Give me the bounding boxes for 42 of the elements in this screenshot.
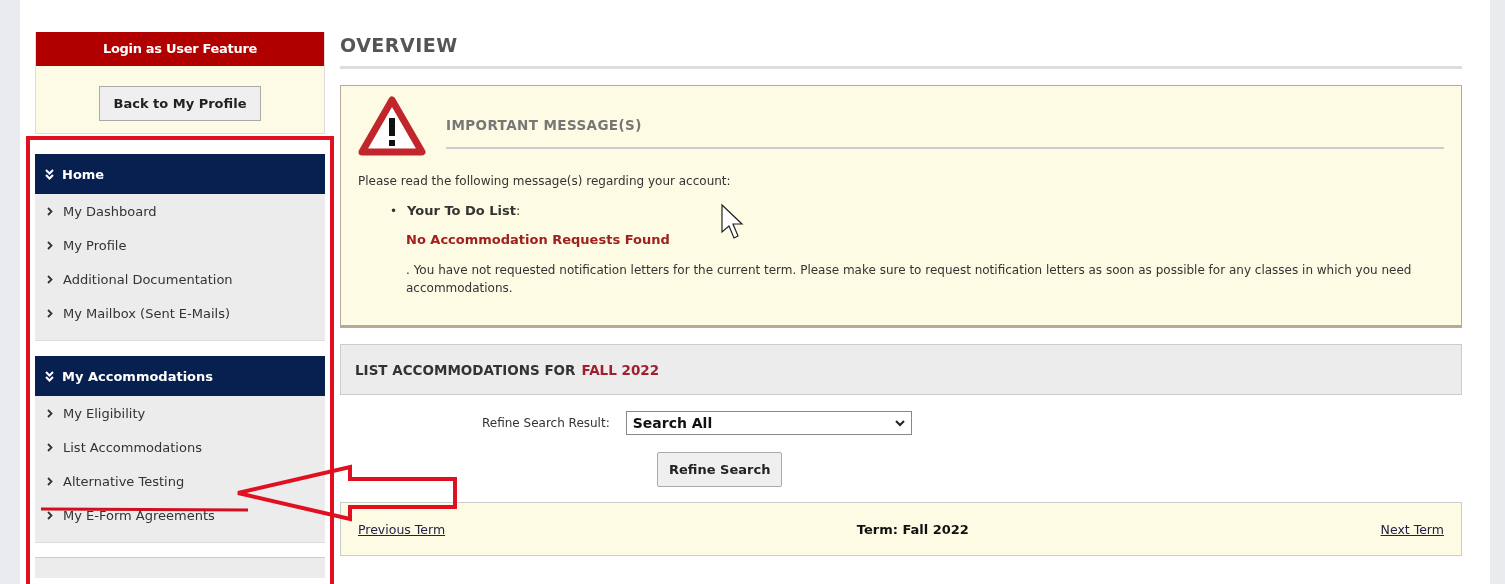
- sidebar-link[interactable]: Additional Documentation: [35, 262, 325, 296]
- bullet: •: [390, 203, 398, 220]
- sidebar-link[interactable]: My Profile: [35, 228, 325, 262]
- section-title: LIST ACCOMMODATIONS FOR: [355, 361, 576, 378]
- warning-icon: [358, 96, 426, 156]
- panel-title: Login as User Feature: [36, 32, 324, 66]
- chevron-right-icon: [47, 476, 53, 486]
- chevron-right-icon: [47, 240, 53, 250]
- double-chevron-down-icon: [45, 370, 54, 382]
- back-to-profile-button[interactable]: Back to My Profile: [98, 86, 262, 121]
- section-title: Home: [62, 166, 105, 182]
- next-term-link[interactable]: Next Term: [1380, 521, 1444, 537]
- sidebar-link[interactable]: My Eligibility: [35, 396, 325, 430]
- sidebar-link[interactable]: List Accommodations: [35, 430, 325, 464]
- filter-select[interactable]: Search All: [625, 411, 912, 435]
- sidebar-link[interactable]: My Mailbox (Sent E-Mails): [35, 296, 325, 330]
- term-name: FALL 2022: [581, 361, 660, 378]
- filter-label: Refine Search Result:: [482, 416, 610, 430]
- section-header[interactable]: Home: [35, 154, 325, 194]
- page-title: OVERVIEW: [340, 34, 1462, 69]
- message-heading: IMPORTANT MESSAGE(S): [446, 103, 1444, 149]
- section-header[interactable]: My Accommodations: [35, 356, 325, 396]
- status-message: No Accommodation Requests Found: [406, 232, 671, 247]
- previous-term-link[interactable]: Previous Term: [358, 521, 446, 537]
- message-text: . You have not requested notification letters for the current term. Please make sure to request notification letters as soon as possible for any classes in which you need accommodations.: [406, 262, 1413, 297]
- message-text: Please read the following message(s) regarding your account:: [358, 174, 732, 188]
- chevron-down-icon: [894, 419, 905, 427]
- sidebar-link[interactable]: My Dashboard: [35, 194, 325, 228]
- term-label: Term: Fall 2022: [856, 521, 969, 537]
- chevron-right-icon: [47, 206, 53, 216]
- chevron-right-icon: [47, 274, 53, 284]
- cursor-icon: [721, 203, 744, 239]
- refine-search-button[interactable]: Refine Search: [657, 452, 783, 487]
- sidebar-link[interactable]: My E-Form Agreements: [35, 498, 325, 532]
- double-chevron-down-icon: [45, 168, 54, 180]
- chevron-right-icon: [47, 408, 53, 418]
- chevron-right-icon: [47, 308, 53, 318]
- chevron-right-icon: [47, 510, 53, 520]
- sidebar-link[interactable]: Alternative Testing: [35, 464, 325, 498]
- section-title: My Accommodations: [62, 368, 214, 384]
- chevron-right-icon: [47, 442, 53, 452]
- todo-label: Your To Do List:: [407, 202, 521, 220]
